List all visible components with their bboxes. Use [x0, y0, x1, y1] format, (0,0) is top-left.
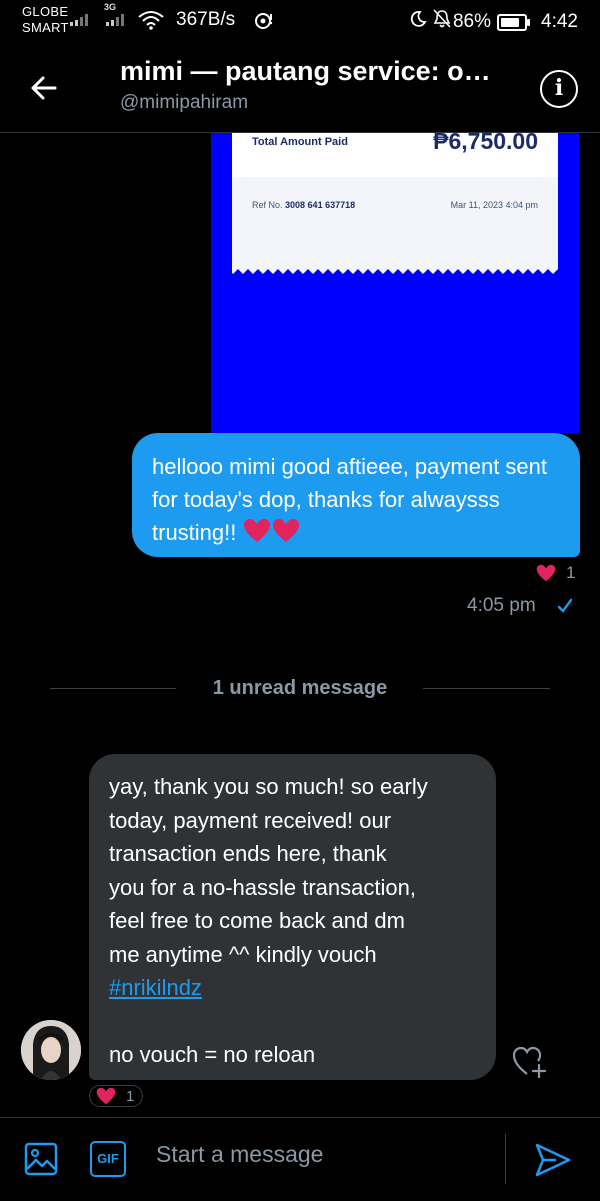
arrow-left-icon — [31, 76, 57, 100]
ref-number: 3008 641 637718 — [285, 200, 356, 210]
alarm-icon — [433, 9, 451, 35]
message-composer: GIF — [0, 1117, 600, 1201]
send-button[interactable] — [534, 1142, 572, 1178]
composer-separator — [505, 1134, 506, 1184]
message-input[interactable] — [148, 1132, 514, 1176]
hashtag-link[interactable]: #nrikilndz — [109, 975, 202, 1000]
sent-message-bubble[interactable]: hellooo mimi good aftieee, payment sent … — [132, 433, 580, 557]
amount-label: Total Amount Paid — [252, 136, 348, 148]
conversation-title[interactable]: mimi — pautang service: o… — [120, 56, 530, 87]
heart-icon — [96, 1087, 116, 1105]
received-line: feel free to come back and dm — [109, 908, 405, 933]
info-button[interactable]: i — [540, 70, 578, 108]
image-icon — [24, 1142, 58, 1176]
sent-reaction-count: 1 — [566, 563, 576, 582]
receipt-bottom: Ref No. 3008 641 637718 Mar 11, 2023 4:0… — [232, 177, 558, 268]
gif-icon: GIF — [97, 1151, 119, 1166]
received-blank-line — [109, 1005, 476, 1039]
received-message-bubble[interactable]: yay, thank you so much! so early today, … — [89, 754, 496, 1080]
add-reaction-button[interactable] — [512, 1044, 548, 1079]
info-icon: i — [554, 75, 564, 101]
moon-icon — [409, 10, 427, 34]
received-line: yay, thank you so much! so early — [109, 774, 428, 799]
signal-1-icon — [70, 14, 94, 28]
conversation-handle: @mimipahiram — [120, 92, 249, 113]
sent-reaction[interactable]: 1 — [536, 563, 575, 583]
hearts-emoji — [243, 518, 301, 553]
battery-icon — [497, 13, 531, 31]
received-line: transaction ends here, thank — [109, 841, 387, 866]
carrier-2: SMART — [22, 20, 69, 35]
ref-label: Ref No. — [252, 200, 283, 210]
heart-plus-icon — [512, 1046, 547, 1079]
wifi-icon — [138, 10, 164, 33]
signal-2-icon — [106, 14, 130, 28]
hotspot-icon — [254, 12, 274, 33]
net-speed: 367B/s — [176, 9, 236, 30]
gif-button[interactable]: GIF — [90, 1141, 126, 1177]
clock: 4:42 — [541, 11, 578, 32]
receipt-date: Mar 11, 2023 4:04 pm — [450, 200, 538, 210]
receipt-zigzag — [232, 267, 558, 274]
amount-value: ₱6,750.00 — [433, 133, 538, 154]
received-reaction-count: 1 — [126, 1087, 135, 1105]
received-line: you for a no-hassle transaction, — [109, 874, 416, 900]
received-line: me anytime ^^ kindly vouch — [109, 941, 377, 967]
status-right: 86% 4:42 — [409, 9, 578, 35]
back-button[interactable] — [28, 72, 68, 108]
network-type: 3G — [104, 2, 117, 12]
receipt-top: Total Amount Paid ₱6,750.00 — [232, 133, 558, 177]
receipt-paper: Total Amount Paid ₱6,750.00 Ref No. 3008… — [232, 133, 558, 268]
avatar[interactable] — [21, 1020, 81, 1080]
check-icon — [557, 598, 573, 613]
avatar-image — [21, 1020, 81, 1080]
heart-icon — [536, 564, 556, 582]
status-bar: GLOBE SMART 3G 367B/s 86% 4:42 — [0, 0, 600, 44]
sent-timestamp: 4:05 pm — [467, 595, 536, 616]
divider-line-right — [423, 688, 550, 689]
sent-message-text: hellooo mimi good aftieee, payment sent … — [152, 454, 548, 545]
send-icon — [535, 1143, 571, 1177]
reference: Ref No. 3008 641 637718 — [252, 200, 355, 210]
received-line: no vouch = no reloan — [109, 1042, 316, 1067]
conversation-header: mimi — pautang service: o… @mimipahiram … — [0, 44, 600, 133]
image-button[interactable] — [24, 1142, 58, 1176]
receipt-image[interactable]: Total Amount Paid ₱6,750.00 Ref No. 3008… — [211, 133, 579, 433]
battery-level: 86% — [452, 11, 492, 32]
carrier-1: GLOBE — [22, 4, 69, 19]
received-reaction[interactable]: 1 — [89, 1085, 144, 1107]
carrier-label: GLOBE SMART — [22, 4, 69, 36]
received-line: today, payment received! our — [109, 807, 392, 833]
